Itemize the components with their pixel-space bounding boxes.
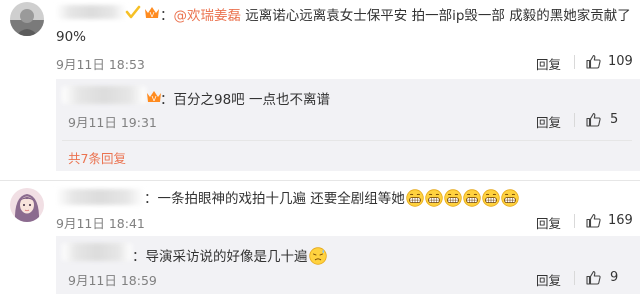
svg-text:V: V: [152, 95, 157, 103]
reply-text: ：百分之98吧 一点也不离谱: [160, 92, 330, 108]
thumbs-up-icon[interactable]: [586, 270, 601, 289]
thumbs-up-icon[interactable]: [586, 213, 601, 232]
grinning-emoji-icon: [444, 189, 462, 207]
thumbs-up-icon[interactable]: [586, 54, 601, 73]
member-icon: V: [144, 5, 160, 24]
username-blurred[interactable]: [56, 5, 126, 19]
verified-badge-icon: [125, 4, 141, 24]
comment-text: ：一条拍眼神的戏拍十几遍 还要全剧组等她: [144, 187, 519, 207]
like-count: 5: [610, 112, 619, 127]
action-divider: [574, 55, 575, 69]
grinning-emoji-icon: [463, 189, 481, 207]
reply-button[interactable]: 回复: [536, 213, 561, 232]
comment-timestamp: 9月11日 18:53: [56, 57, 145, 72]
username-blurred[interactable]: [62, 243, 132, 261]
sweat-emoji-icon: [308, 247, 327, 265]
reply-button[interactable]: 回复: [536, 54, 561, 73]
grinning-emoji-icon: [501, 189, 519, 207]
grinning-emoji-icon: [406, 189, 424, 207]
more-replies-link[interactable]: 共7条回复: [68, 148, 126, 167]
reply-button[interactable]: 回复: [536, 112, 561, 131]
action-divider: [574, 271, 575, 285]
like-count: 169: [608, 213, 633, 228]
avatar[interactable]: [10, 188, 44, 222]
like-count: 9: [610, 270, 619, 285]
comment-timestamp: 9月11日 18:41: [56, 216, 145, 231]
svg-text:V: V: [150, 11, 155, 19]
grinning-emoji-icon: [425, 189, 443, 207]
action-divider: [574, 113, 575, 127]
reply-timestamp: 9月11日 19:31: [68, 115, 157, 130]
username-blurred[interactable]: [56, 189, 144, 205]
grinning-emoji-icon: [482, 189, 500, 207]
username-blurred[interactable]: [62, 86, 146, 104]
like-count: 109: [608, 54, 633, 69]
reply-text: ：导演采访说的好像是几十遍: [132, 245, 327, 265]
comment-divider: [0, 180, 640, 181]
avatar[interactable]: [10, 2, 44, 36]
action-divider: [574, 214, 575, 228]
reply-timestamp: 9月11日 18:59: [68, 273, 157, 288]
comment-text-continued: 90%: [56, 29, 87, 45]
reply-divider: [62, 140, 632, 141]
comment-text: ：@欢瑞姜磊 远离诺心远离袁女士保平安 拍一部ip毁一部 成毅的黑她家贡献了: [160, 8, 631, 24]
thumbs-up-icon[interactable]: [586, 112, 601, 131]
mention-link[interactable]: @欢瑞姜磊: [174, 8, 242, 24]
reply-button[interactable]: 回复: [536, 270, 561, 289]
